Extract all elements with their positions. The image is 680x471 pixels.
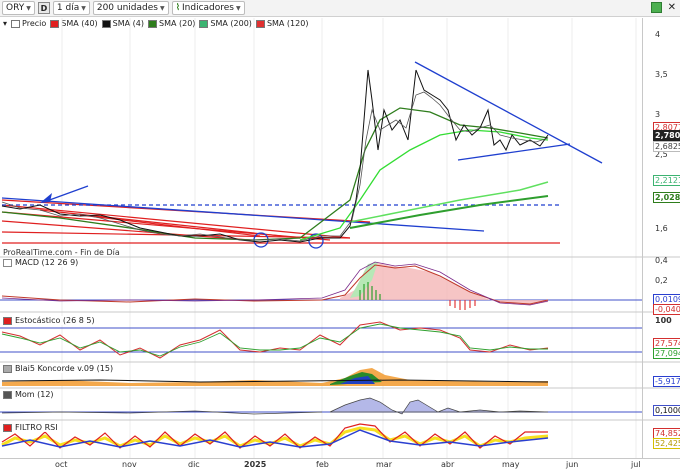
mom-title: Mom (12)	[3, 390, 56, 399]
price-axis[interactable]: 4 3,5 3 2,5 1,6 2,8077 2,780 2,6825 2,21…	[642, 18, 680, 458]
price-tick: 1,6	[655, 224, 668, 233]
x-tick-label: mar	[376, 460, 392, 469]
x-tick-label: jul	[631, 460, 641, 469]
koncorde-value-tag: -5,9179	[653, 376, 680, 387]
macd-tick: 0,2	[655, 276, 668, 285]
x-tick-label: jun	[566, 460, 579, 469]
stoch-tick: 100	[655, 316, 672, 325]
sma4-value-tag: 2,6825	[653, 141, 680, 152]
x-tick-label: nov	[122, 460, 137, 469]
mom-title-label: Mom (12)	[15, 390, 54, 399]
data-source-label: ProRealTime.com - Fin de Día	[3, 248, 120, 257]
koncorde-title-label: Blai5 Koncorde v.09 (15)	[15, 364, 114, 373]
pane-swatch	[3, 423, 12, 432]
price-tick: 4	[655, 30, 661, 39]
pane-swatch	[3, 364, 12, 373]
x-tick-label: abr	[441, 460, 455, 469]
price-tick: 3	[655, 110, 661, 119]
rsi-title-label: FILTRO RSI	[15, 423, 58, 432]
sma200-value-tag: 2,2121	[653, 175, 680, 186]
rsi-title: FILTRO RSI	[3, 423, 60, 432]
time-axis[interactable]: oct nov dic 2025 feb mar abr may jun jul	[0, 458, 680, 471]
stoch-title: Estocástico (26 8 5)	[3, 316, 97, 325]
pane-swatch	[3, 316, 12, 325]
stoch-title-label: Estocástico (26 8 5)	[15, 316, 95, 325]
price-tick: 3,5	[655, 70, 668, 79]
x-tick-label: feb	[316, 460, 329, 469]
chart-canvas[interactable]	[0, 0, 680, 471]
last-price-tag: 2,780	[653, 130, 680, 141]
koncorde-title: Blai5 Koncorde v.09 (15)	[3, 364, 116, 373]
macd-title: MACD (12 26 9)	[3, 258, 81, 267]
macd-title-label: MACD (12 26 9)	[15, 258, 79, 267]
pane-swatch	[3, 390, 12, 399]
sma120-value-tag: 2,028	[653, 192, 680, 203]
mom-value-tag: 0,1000	[653, 405, 680, 416]
rsi-signal-tag: 52,425	[653, 438, 680, 449]
stoch-d-tag: 27,094	[653, 348, 680, 359]
macd-tick: 0,4	[655, 256, 668, 265]
x-tick-label: 2025	[244, 460, 267, 469]
x-tick-label: may	[502, 460, 520, 469]
pane-swatch	[3, 258, 12, 267]
x-tick-label: oct	[55, 460, 68, 469]
macd-signal-tag: -0,0400	[653, 304, 680, 315]
x-tick-label: dic	[188, 460, 200, 469]
